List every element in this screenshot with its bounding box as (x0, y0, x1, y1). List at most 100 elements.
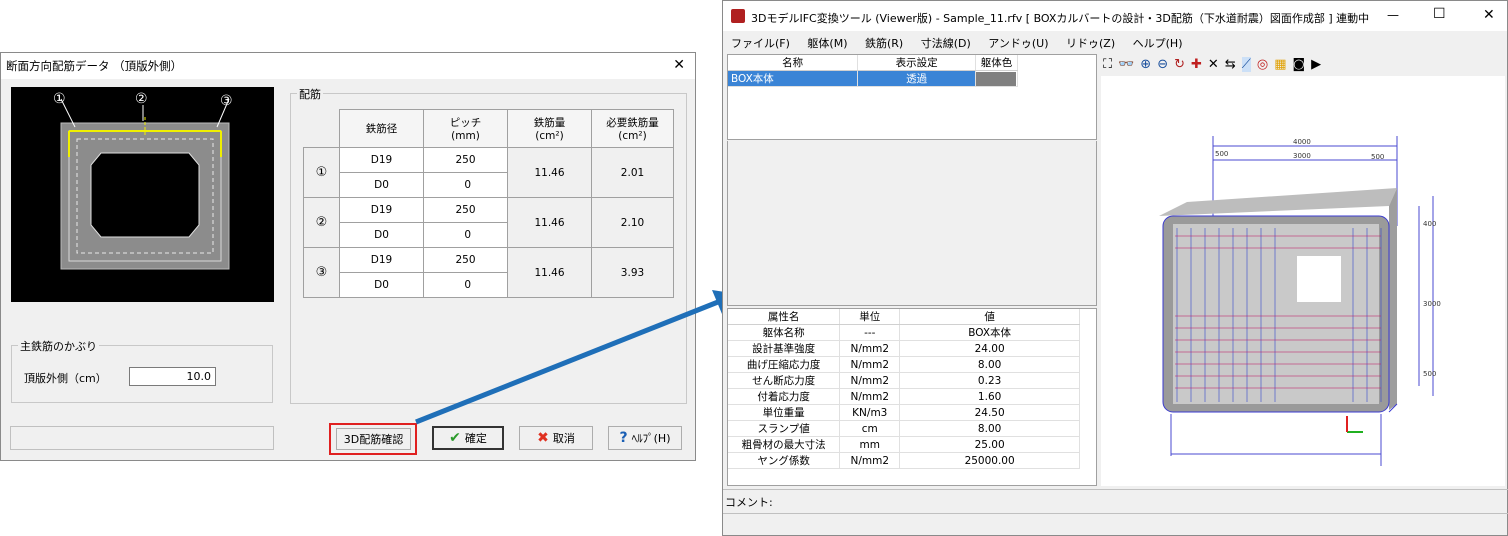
row-3-dia1[interactable]: D19 (339, 247, 424, 273)
cover-input[interactable]: 10.0 (129, 367, 216, 386)
rotate-icon[interactable]: ↻ (1174, 57, 1185, 72)
axis-y-icon[interactable]: ✕ (1208, 57, 1219, 72)
row-1-dia1[interactable]: D19 (339, 147, 424, 173)
binoculars-icon[interactable]: 👓 (1118, 57, 1134, 72)
prop-value[interactable]: 0.23 (899, 372, 1080, 389)
col-amount: 鉄筋量 (cm²) (507, 109, 592, 148)
prop-col-unit: 単位 (839, 309, 901, 325)
row-2-pitch1[interactable]: 250 (423, 197, 508, 223)
dim-side-top: 400 (1423, 220, 1436, 228)
col-pitch-label: ピッチ (449, 117, 482, 129)
row-1-pitch2[interactable]: 0 (423, 172, 508, 198)
row-2-required: 2.10 (591, 197, 674, 248)
dim-side-bot: 500 (1423, 370, 1436, 378)
prop-row: ヤング係数 N/mm2 25000.00 (728, 452, 1080, 469)
prop-unit: N/mm2 (839, 372, 901, 389)
col-diameter: 鉄筋径 (339, 109, 424, 148)
property-panel: 属性名 単位 値 躯体名称 --- BOX本体 設計基準強度 N/mm2 24.00 曲… (727, 308, 1097, 486)
zoom-out-icon[interactable]: ⊖ (1157, 57, 1168, 72)
object-display[interactable]: 透過 (857, 70, 976, 87)
prop-col-name: 属性名 (728, 309, 841, 325)
fit-view-icon[interactable]: ⛶ (1103, 57, 1112, 72)
row-3-pitch1[interactable]: 250 (423, 247, 508, 273)
prop-name: 設計基準強度 (728, 340, 841, 357)
maximize-icon[interactable]: ☐ (1433, 6, 1446, 22)
viewer-title: 3DモデルIFC変換ツール (Viewer版) - Sample_11.rfv … (751, 12, 1370, 25)
menu-undo[interactable]: アンドゥ(U) (988, 37, 1048, 50)
row-1-required: 2.01 (591, 147, 674, 198)
col-amount-unit: (cm²) (535, 130, 564, 142)
prop-value[interactable]: 24.50 (899, 404, 1080, 421)
objlist-col-display: 表示設定 (857, 55, 976, 71)
menu-bar: ファイル(F) 躯体(M) 鉄筋(R) 寸法線(D) アンドゥ(U) リドゥ(Z… (731, 35, 1196, 51)
row-1-amount: 11.46 (507, 147, 592, 198)
row-1-dia2[interactable]: D0 (339, 172, 424, 198)
model-3d-view[interactable]: 4000 3000 500 500 400 3000 500 (1101, 76, 1505, 486)
object-row[interactable]: BOX本体 透過 (728, 70, 1019, 87)
dialog-title: 断面方向配筋データ （頂版外側） (6, 59, 183, 73)
col-required-label: 必要鉄筋量 (606, 117, 659, 129)
prop-value[interactable]: BOX本体 (899, 324, 1080, 341)
prop-name: ヤング係数 (728, 452, 841, 469)
prop-unit: N/mm2 (839, 452, 901, 469)
prop-col-value: 値 (899, 309, 1080, 325)
dim-side-mid: 3000 (1423, 300, 1441, 308)
row-2-dia1[interactable]: D19 (339, 197, 424, 223)
close-icon[interactable]: ✕ (673, 57, 685, 73)
row-1-no: ① (303, 147, 340, 198)
prop-name: 躯体名称 (728, 324, 841, 341)
prop-value[interactable]: 8.00 (899, 420, 1080, 437)
menu-rebar[interactable]: 鉄筋(R) (865, 37, 903, 50)
objlist-col-name: 名称 (728, 55, 859, 71)
object-name: BOX本体 (728, 70, 859, 87)
zoom-in-icon[interactable]: ⊕ (1140, 57, 1151, 72)
menu-file[interactable]: ファイル(F) (731, 37, 790, 50)
objlist-col-color: 躯体色 (975, 55, 1019, 71)
prop-row: 躯体名称 --- BOX本体 (728, 324, 1080, 341)
row-2-dia2[interactable]: D0 (339, 222, 424, 248)
cover-label: 頂版外側（cm） (24, 372, 107, 385)
prop-value[interactable]: 24.00 (899, 340, 1080, 357)
camera-icon[interactable]: ◙ (1292, 57, 1305, 72)
dim-top-left: 500 (1215, 150, 1228, 158)
axis-z-icon[interactable]: ⇆ (1225, 57, 1236, 72)
app-icon (731, 9, 745, 23)
menu-help[interactable]: ヘルプ(H) (1133, 37, 1183, 50)
prop-name: 付着応力度 (728, 388, 841, 405)
palette-icon[interactable]: ▦ (1274, 57, 1286, 72)
row-2-no: ② (303, 197, 340, 248)
row-1-pitch1[interactable]: 250 (423, 147, 508, 173)
menu-redo[interactable]: リドゥ(Z) (1066, 37, 1115, 50)
dim-top-right: 500 (1371, 153, 1384, 161)
marker-1: ① (53, 91, 66, 107)
prop-name: せん断応力度 (728, 372, 841, 389)
menu-dimension[interactable]: 寸法線(D) (921, 37, 971, 50)
row-2-amount: 11.46 (507, 197, 592, 248)
status-bar (723, 513, 1508, 536)
prop-value[interactable]: 25.00 (899, 436, 1080, 453)
viewer-window: 3DモデルIFC変換ツール (Viewer版) - Sample_11.rfv … (722, 0, 1508, 536)
prop-value[interactable]: 1.60 (899, 388, 1080, 405)
object-color[interactable] (975, 70, 1019, 87)
prop-row: 粗骨材の最大寸法 mm 25.00 (728, 436, 1080, 453)
menu-body[interactable]: 躯体(M) (807, 37, 847, 50)
close-window-icon[interactable]: ✕ (1483, 7, 1495, 23)
video-icon[interactable]: ▶ (1311, 57, 1321, 72)
target-icon[interactable]: ◎ (1257, 57, 1268, 72)
prop-row: せん断応力度 N/mm2 0.23 (728, 372, 1080, 389)
col-amount-label: 鉄筋量 (533, 117, 566, 129)
row-2-pitch2[interactable]: 0 (423, 222, 508, 248)
prop-unit: N/mm2 (839, 340, 901, 357)
view-mode-icon[interactable]: ⟋ (1241, 56, 1251, 72)
prop-value[interactable]: 25000.00 (899, 452, 1080, 469)
prop-name: スランプ値 (728, 420, 841, 437)
box-section-svg (60, 98, 230, 270)
prop-row: 設計基準強度 N/mm2 24.00 (728, 340, 1080, 357)
prop-value[interactable]: 8.00 (899, 356, 1080, 373)
axis-x-icon[interactable]: ✚ (1191, 57, 1202, 72)
object-list: 名称 表示設定 躯体色 BOX本体 透過 (727, 54, 1097, 140)
col-pitch-unit: (mm) (451, 130, 480, 142)
minimize-icon[interactable]: — (1387, 8, 1399, 22)
rebar-group-title: 配筋 (297, 86, 323, 102)
marker-3: ③ (220, 93, 233, 109)
